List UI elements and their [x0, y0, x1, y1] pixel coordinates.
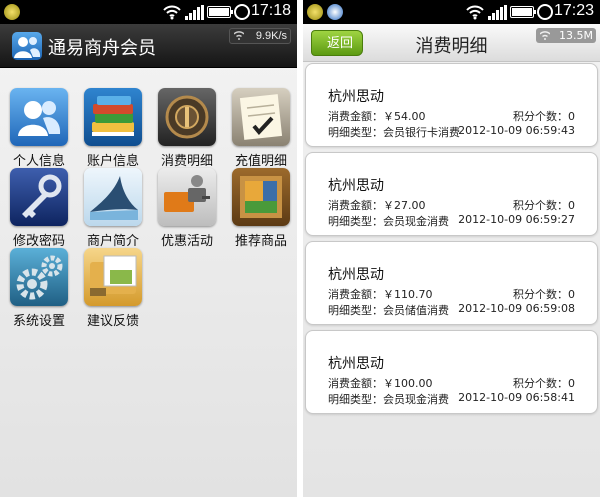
gears-icon	[10, 248, 68, 306]
consumption-detail-screen: 17:23 返回 消费明细 13.5M 杭州思动 消费金额：￥54.00 积分个…	[303, 0, 600, 497]
record-row: 消费金额：￥110.70 积分个数：0	[328, 286, 575, 302]
amount-text: 消费金额：￥54.00	[328, 110, 426, 123]
tile-personal-info[interactable]: 个人信息	[4, 88, 74, 169]
tile-recharge-detail[interactable]: 充值明细	[226, 88, 296, 169]
type-text: 明细类型：会员储值消费	[328, 304, 449, 317]
network-speed: 9.9K/s	[229, 28, 291, 44]
tile-label: 消费明细	[160, 154, 213, 169]
tile-label: 推荐商品	[234, 234, 287, 249]
datetime-text: 2012-10-09 06:59:43	[458, 124, 575, 137]
merchant-name: 杭州思动	[328, 356, 384, 372]
record-card[interactable]: 杭州思动 消费金额：￥100.00 积分个数：0 明细类型：会员现金消费 201…	[305, 330, 598, 414]
battery-icon	[510, 6, 536, 18]
tile-system-settings[interactable]: 系统设置	[4, 248, 74, 329]
tile-label: 账户信息	[86, 154, 139, 169]
nav-header: 返回 消费明细 13.5M	[303, 24, 600, 62]
record-card[interactable]: 杭州思动 消费金额：￥54.00 积分个数：0 明细类型：会员银行卡消费 201…	[305, 63, 598, 147]
home-screen: 17:18 通易商舟会员 9.9K/s 个人信息 账户信息 消费明细 充值明细 …	[0, 0, 297, 497]
qq-icon	[327, 4, 343, 20]
app-header: 通易商舟会员 9.9K/s	[0, 24, 297, 68]
status-bar: 17:23	[303, 0, 600, 24]
notification-app-icon	[307, 4, 323, 20]
books-icon	[84, 88, 142, 146]
signal-icon	[185, 5, 204, 20]
folder-icon	[84, 248, 142, 306]
wifi-small-icon	[234, 31, 244, 40]
status-bar: 17:18	[0, 0, 297, 24]
merchant-name: 杭州思动	[328, 178, 384, 194]
status-time: 17:18	[250, 2, 291, 19]
memory-indicator: 13.5M	[536, 28, 596, 43]
battery-icon	[207, 6, 233, 18]
memory-value: 13.5M	[559, 29, 593, 42]
app-logo-icon	[12, 32, 42, 60]
datetime-text: 2012-10-09 06:58:41	[458, 391, 575, 404]
record-card[interactable]: 杭州思动 消费金额：￥110.70 积分个数：0 明细类型：会员储值消费 201…	[305, 241, 598, 325]
tile-label: 系统设置	[12, 314, 65, 329]
notification-app-icon	[4, 4, 20, 20]
amount-text: 消费金额：￥27.00	[328, 199, 426, 212]
vault-icon	[158, 88, 216, 146]
network-speed-value: 9.9K/s	[255, 30, 287, 42]
amount-text: 消费金额：￥100.00	[328, 377, 433, 390]
record-row: 消费金额：￥54.00 积分个数：0	[328, 108, 575, 124]
points-text: 积分个数：0	[513, 110, 575, 123]
merchant-name: 杭州思动	[328, 267, 384, 283]
type-text: 明细类型：会员现金消费	[328, 215, 449, 228]
datetime-text: 2012-10-09 06:59:27	[458, 213, 575, 226]
record-row: 明细类型：会员现金消费 2012-10-09 06:58:41	[328, 391, 575, 407]
tile-promotions[interactable]: 优惠活动	[152, 168, 222, 249]
datetime-text: 2012-10-09 06:59:08	[458, 302, 575, 315]
app-title: 通易商舟会员	[48, 38, 156, 59]
points-text: 积分个数：0	[513, 199, 575, 212]
type-text: 明细类型：会员现金消费	[328, 393, 449, 406]
record-row: 消费金额：￥100.00 积分个数：0	[328, 375, 575, 391]
tile-label: 充值明细	[234, 154, 287, 169]
amount-text: 消费金额：￥110.70	[328, 288, 433, 301]
record-row: 消费金额：￥27.00 积分个数：0	[328, 197, 575, 213]
camera-icon	[158, 168, 216, 226]
record-row: 明细类型：会员银行卡消费 2012-10-09 06:59:43	[328, 124, 575, 140]
tile-feedback[interactable]: 建议反馈	[78, 248, 148, 329]
record-row: 明细类型：会员现金消费 2012-10-09 06:59:27	[328, 213, 575, 229]
type-text: 明细类型：会员银行卡消费	[328, 126, 460, 139]
tile-recommended-goods[interactable]: 推荐商品	[226, 168, 296, 249]
wifi-icon	[163, 5, 181, 20]
users-icon	[10, 88, 68, 146]
notepad-icon	[232, 88, 290, 146]
merchant-name: 杭州思动	[328, 89, 384, 105]
tile-change-password[interactable]: 修改密码	[4, 168, 74, 249]
record-row: 明细类型：会员储值消费 2012-10-09 06:59:08	[328, 302, 575, 318]
alarm-icon	[234, 4, 250, 20]
points-text: 积分个数：0	[513, 377, 575, 390]
key-icon	[10, 168, 68, 226]
wifi-icon	[466, 5, 484, 20]
tile-label: 建议反馈	[86, 314, 139, 329]
tile-consumption-detail[interactable]: 消费明细	[152, 88, 222, 169]
signal-icon	[488, 5, 507, 20]
alarm-icon	[537, 4, 553, 20]
status-time: 17:23	[553, 2, 594, 19]
tile-label: 修改密码	[12, 234, 65, 249]
tile-label: 商户简介	[86, 234, 139, 249]
tile-account-info[interactable]: 账户信息	[78, 88, 148, 169]
shark-icon	[84, 168, 142, 226]
tile-merchant-intro[interactable]: 商户简介	[78, 168, 148, 249]
picture-frame-icon	[232, 168, 290, 226]
points-text: 积分个数：0	[513, 288, 575, 301]
wifi-small-icon	[540, 31, 550, 40]
record-card[interactable]: 杭州思动 消费金额：￥27.00 积分个数：0 明细类型：会员现金消费 2012…	[305, 152, 598, 236]
tile-label: 优惠活动	[160, 234, 213, 249]
tile-label: 个人信息	[12, 154, 65, 169]
